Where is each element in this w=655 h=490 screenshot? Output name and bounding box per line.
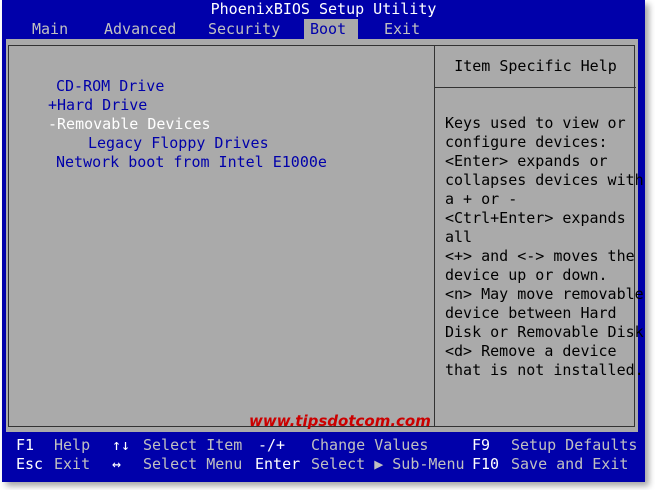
boot-item-removable-devices[interactable]: -Removable Devices [48,115,211,134]
help-line: <n> May move removable [445,285,644,303]
help-line: <Ctrl+Enter> expands [445,209,626,227]
key-f10: F10 [472,455,500,473]
menu-exit[interactable]: Exit [378,19,426,39]
key-f1-desc: Help [54,436,91,454]
boot-item-hard-drive[interactable]: +Hard Drive [48,96,147,115]
panel-divider [434,46,435,426]
help-line: <+> and <-> moves the [445,247,635,265]
help-line: Keys used to view or [445,114,626,132]
help-line: all [445,228,473,246]
boot-item-network-boot[interactable]: Network boot from Intel E1000e [56,153,327,172]
help-line: that is not installed. [445,361,644,379]
help-line: collapses devices with [445,171,644,189]
key-f1: F1 [16,436,35,454]
window-title: PhoenixBIOS Setup Utility [210,0,437,18]
help-divider [434,87,636,88]
key-f9-desc: Setup Defaults [511,436,638,454]
watermark: www.tipsdotcom.com [249,412,431,430]
help-text: Keys used to view or configure devices: … [445,114,644,380]
key-f10-desc: Save and Exit [511,455,629,473]
help-line: device up or down. [445,266,608,284]
key-minus-plus: -/+ [258,436,286,454]
content-frame: CD-ROM Drive +Hard Drive -Removable Devi… [8,45,644,430]
menu-main[interactable]: Main [26,19,74,39]
status-bar: F1 Help ↑↓ Select Item -/+ Change Values… [2,436,645,480]
help-line: device between Hard [445,304,617,322]
key-left-right-desc: Select Menu [143,455,243,473]
bios-screen: PhoenixBIOS Setup Utility Main Advanced … [2,0,645,482]
key-enter-desc: Select ▶ Sub-Menu [311,455,465,473]
key-left-right: ↔ [112,455,122,473]
help-line: a + or - [445,190,518,208]
key-esc: Esc [16,455,44,473]
key-minus-plus-desc: Change Values [311,436,429,454]
menu-boot[interactable]: Boot [304,19,358,39]
main-panel: CD-ROM Drive +Hard Drive -Removable Devi… [6,39,644,432]
key-up-down-desc: Select Item [143,436,243,454]
help-line: Disk or Removable Disk [445,323,644,341]
key-f9: F9 [472,436,491,454]
key-esc-desc: Exit [54,455,91,473]
help-line: <Enter> expands or [445,152,608,170]
menu-bar: Main Advanced Security Boot Exit [2,19,645,39]
boot-item-cdrom[interactable]: CD-ROM Drive [56,77,164,96]
menu-security[interactable]: Security [202,19,286,39]
help-line: <d> Remove a device [445,342,617,360]
help-title: Item Specific Help [454,57,617,75]
help-line: configure devices: [445,133,608,151]
boot-item-legacy-floppy[interactable]: Legacy Floppy Drives [88,134,269,153]
key-enter: Enter [255,455,301,473]
menu-advanced[interactable]: Advanced [98,19,182,39]
key-up-down: ↑↓ [112,436,131,454]
